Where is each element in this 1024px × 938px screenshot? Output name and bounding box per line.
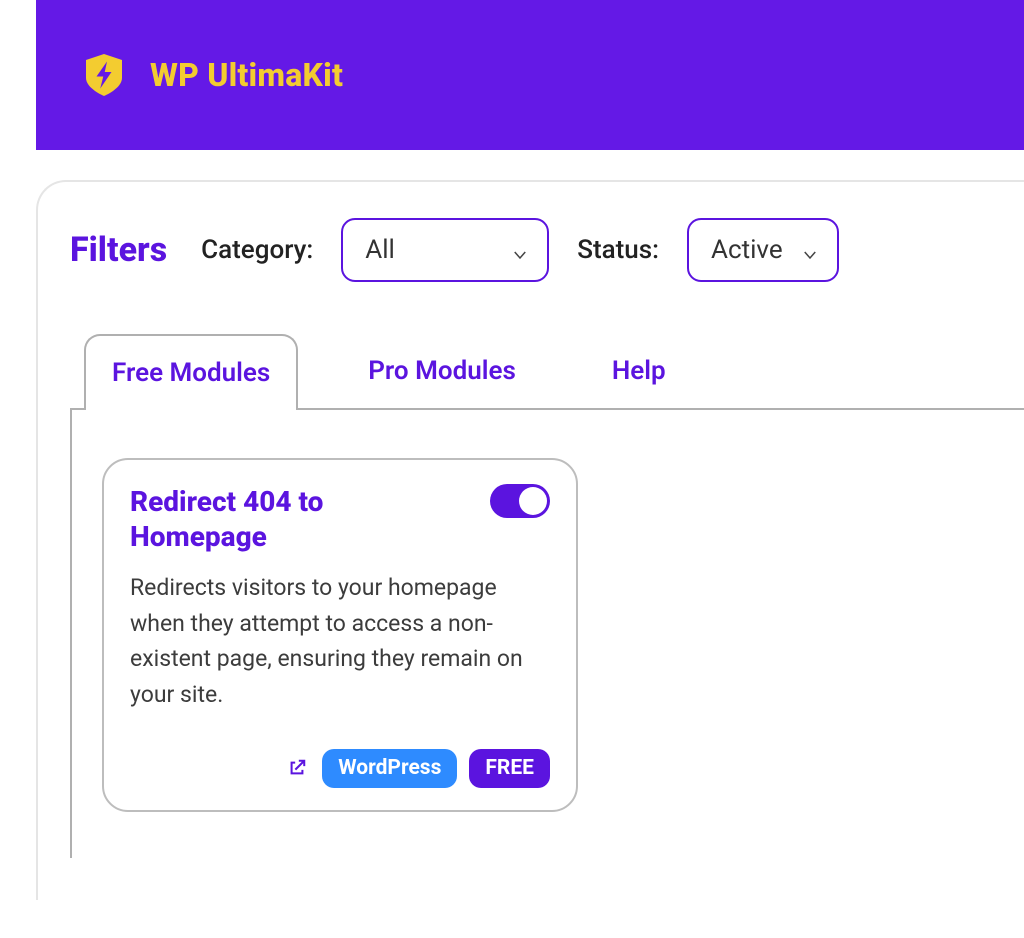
tab-strip: Free Modules Pro Modules Help (70, 334, 1024, 408)
module-footer: WordPress FREE (130, 749, 550, 788)
tag-tier: FREE (469, 749, 550, 788)
tab-panel: Redirect 404 to Homepage Redirects visit… (70, 408, 1024, 858)
external-link-icon[interactable] (284, 755, 310, 781)
category-label: Category: (201, 235, 313, 265)
tab-label: Pro Modules (368, 356, 516, 386)
module-enable-toggle[interactable] (490, 484, 550, 518)
status-select[interactable]: Active (687, 218, 839, 282)
tab-label: Free Modules (112, 358, 270, 388)
tab-help[interactable]: Help (586, 334, 692, 408)
brand-logo-shield-icon (80, 51, 128, 99)
status-label: Status: (577, 235, 659, 265)
tag-platform: WordPress (322, 749, 457, 788)
module-description: Redirects visitors to your homepage when… (130, 570, 550, 713)
tabs: Free Modules Pro Modules Help Redirect 4… (70, 334, 1024, 858)
chevron-down-icon (801, 241, 819, 259)
tab-pro-modules[interactable]: Pro Modules (342, 334, 542, 408)
status-select-value: Active (711, 235, 783, 265)
app-header: WP UltimaKit (36, 0, 1024, 150)
filters-row: Filters Category: All Status: Active (70, 218, 1024, 282)
tab-free-modules[interactable]: Free Modules (84, 334, 298, 410)
module-card-redirect-404: Redirect 404 to Homepage Redirects visit… (102, 458, 578, 812)
filters-heading: Filters (70, 230, 167, 270)
module-title[interactable]: Redirect 404 to Homepage (130, 484, 430, 554)
category-select[interactable]: All (341, 218, 549, 282)
category-select-value: All (365, 235, 395, 265)
main-panel: Filters Category: All Status: Active Fre… (36, 180, 1024, 900)
toggle-knob (519, 487, 547, 515)
brand-name: WP UltimaKit (150, 56, 343, 94)
tab-label: Help (612, 356, 666, 386)
chevron-down-icon (511, 241, 529, 259)
